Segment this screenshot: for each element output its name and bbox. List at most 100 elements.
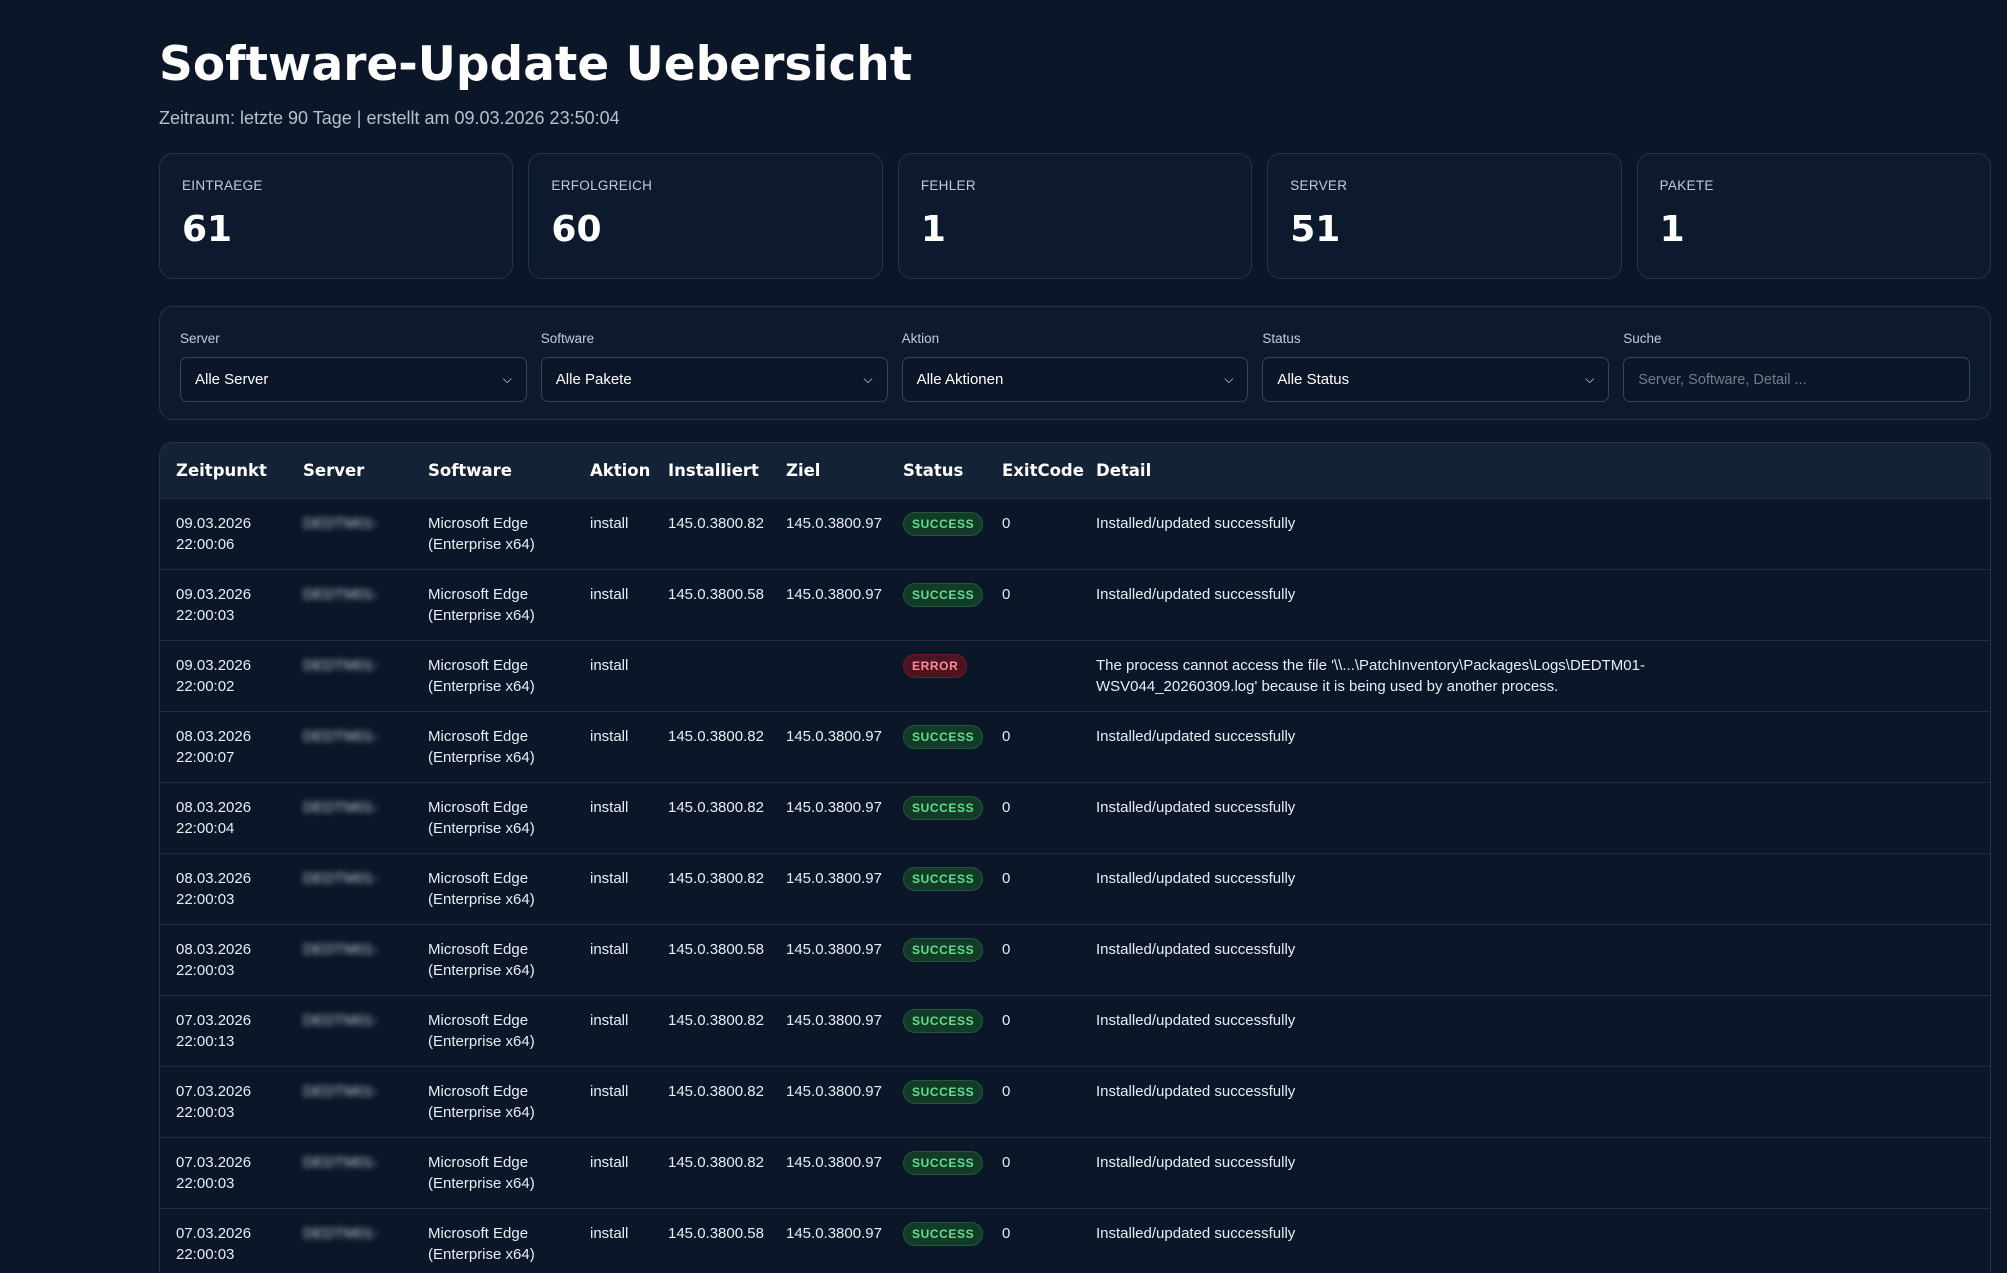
cell-action: install [590,1224,629,1242]
status-select[interactable]: Alle Status ⌵ [1262,357,1610,402]
table-row[interactable]: 07.03.2026 22:00:03 DEDTM01- Microsoft Edge… [160,1208,1990,1273]
column-header[interactable]: Aktion [574,443,652,498]
report-page: Software-Update Uebersicht Zeitraum: let… [159,0,1992,1273]
status-badge: SUCCESS [903,795,984,820]
cell-server-name: DEDTM01- [303,1153,379,1171]
cell-timestamp: 09.03.2026 22:00:03 [160,569,287,640]
card-servers-value: 51 [1290,209,1341,250]
cell-installed: 145.0.3800.82 [668,514,764,532]
card-servers-label: SERVER [1290,178,1348,193]
server-select[interactable]: Alle Server ⌵ [180,357,527,402]
cell-installed: 145.0.3800.82 [668,1011,764,1029]
cell-date: 08.03.2026 [176,727,252,745]
column-header[interactable]: Ziel [770,443,887,498]
cell-server: DEDTM01- [287,1208,412,1273]
card-successful-label: ERFOLGREICH [551,178,653,193]
cell-server-name: DEDTM01- [303,869,379,887]
cell-date: 07.03.2026 [176,1011,252,1029]
status-select-value: Alle Status [1277,371,1350,388]
cell-software: Microsoft Edge (Enterprise x64) [412,1066,574,1137]
cell-detail-text: Installed/updated successfully [1096,585,1296,603]
cell-status: SUCCESS [887,711,986,782]
cell-software-variant: (Enterprise x64) [428,606,535,624]
cell-detail: Installed/updated successfully [1080,498,1990,569]
cell-software-variant: (Enterprise x64) [428,535,535,553]
column-header[interactable]: Status [887,443,986,498]
cell-server: DEDTM01- [287,569,412,640]
column-header[interactable]: Zeitpunkt [160,443,287,498]
card-errors-label: FEHLER [920,178,976,193]
software-select[interactable]: Alle Pakete ⌵ [540,357,888,402]
column-header[interactable]: Server [287,443,412,498]
summary-cards: EINTRAEGE 61 ERFOLGREICH 60 FEHLER 1 SER… [159,153,1992,279]
cell-installed: 145.0.3800.58 [668,585,764,603]
table-row[interactable]: 09.03.2026 22:00:03 DEDTM01- Microsoft Edge… [160,569,1990,640]
cell-status: SUCCESS [887,1066,986,1137]
status-badge: SUCCESS [903,1221,984,1246]
cell-target: 145.0.3800.97 [786,1082,882,1100]
search-input[interactable] [1623,357,1970,402]
table-row[interactable]: 09.03.2026 22:00:06 DEDTM01- Microsoft Edge… [160,498,1990,569]
cell-software-name: Microsoft Edge [428,585,529,603]
column-header[interactable]: ExitCode [986,443,1084,498]
cell-target: 145.0.3800.97 [786,798,882,816]
column-header[interactable]: Software [412,443,574,498]
cell-installed: 145.0.3800.82 [668,798,764,816]
cell-time: 22:00:03 [176,1103,235,1121]
cell-timestamp: 07.03.2026 22:00:03 [160,1066,287,1137]
cell-detail-text: Installed/updated successfully [1096,1224,1296,1242]
table-row[interactable]: 08.03.2026 22:00:04 DEDTM01- Microsoft Edge… [160,782,1990,853]
table-row[interactable]: 09.03.2026 22:00:02 DEDTM01- Microsoft Edge… [160,640,1990,711]
column-header[interactable]: Installiert [652,443,770,498]
cell-date: 07.03.2026 [176,1224,252,1242]
cell-software-variant: (Enterprise x64) [428,819,535,837]
card-packages: PAKETE 1 [1636,153,1992,279]
cell-detail-text-2: WSV044_20260309.log' because it is being… [1096,677,1559,695]
column-header[interactable]: Detail [1080,443,1990,498]
cell-status: SUCCESS [887,498,986,569]
cell-target: 145.0.3800.97 [786,727,882,745]
update-table: Zeitpunkt Server Software Aktion Install… [160,443,1990,1273]
cell-action: install [590,585,629,603]
card-packages-label: PAKETE [1659,178,1714,193]
card-successful: ERFOLGREICH 60 [528,153,883,279]
status-badge: SUCCESS [903,866,984,891]
table-row[interactable]: 07.03.2026 22:00:03 DEDTM01- Microsoft Edge… [160,1066,1990,1137]
table-row[interactable]: 08.03.2026 22:00:07 DEDTM01- Microsoft Edge… [160,711,1990,782]
cell-detail: Installed/updated successfully [1080,1208,1990,1273]
cell-status: SUCCESS [887,782,986,853]
cell-server: DEDTM01- [287,1137,412,1208]
cell-action: install [590,727,629,745]
cell-detail: The process cannot access the file '\\..… [1080,640,1990,711]
filter-server: Server Alle Server ⌵ [180,328,527,402]
cell-software-name: Microsoft Edge [428,514,529,532]
cell-software-name: Microsoft Edge [428,656,529,674]
cell-date: 09.03.2026 [176,514,252,532]
cell-timestamp: 08.03.2026 22:00:07 [160,711,287,782]
cell-server-name: DEDTM01- [303,1011,379,1029]
cell-software-variant: (Enterprise x64) [428,1174,535,1192]
cell-installed: 145.0.3800.82 [668,727,764,745]
table-row[interactable]: 07.03.2026 22:00:03 DEDTM01- Microsoft Edge… [160,1137,1990,1208]
table-row[interactable]: 08.03.2026 22:00:03 DEDTM01- Microsoft Edge… [160,924,1990,995]
cell-date: 07.03.2026 [176,1082,252,1100]
cell-detail-text: Installed/updated successfully [1096,1011,1296,1029]
cell-date: 08.03.2026 [176,798,252,816]
cell-detail: Installed/updated successfully [1080,853,1990,924]
cell-software-name: Microsoft Edge [428,798,529,816]
card-packages-value: 1 [1659,209,1685,250]
action-select[interactable]: Alle Aktionen ⌵ [901,357,1249,402]
cell-status: SUCCESS [887,853,986,924]
cell-timestamp: 08.03.2026 22:00:03 [160,924,287,995]
cell-software: Microsoft Edge (Enterprise x64) [412,995,574,1066]
cell-server-name: DEDTM01- [303,727,379,745]
cell-software: Microsoft Edge (Enterprise x64) [412,853,574,924]
filter-action: Aktion Alle Aktionen ⌵ [901,328,1249,402]
table-row[interactable]: 08.03.2026 22:00:03 DEDTM01- Microsoft Edge… [160,853,1990,924]
software-select-value: Alle Pakete [555,371,632,388]
cell-software-variant: (Enterprise x64) [428,1245,535,1263]
status-badge: ERROR [903,653,968,678]
cell-software-name: Microsoft Edge [428,1224,529,1242]
cell-time: 22:00:07 [176,748,235,766]
table-row[interactable]: 07.03.2026 22:00:13 DEDTM01- Microsoft Edge… [160,995,1990,1066]
